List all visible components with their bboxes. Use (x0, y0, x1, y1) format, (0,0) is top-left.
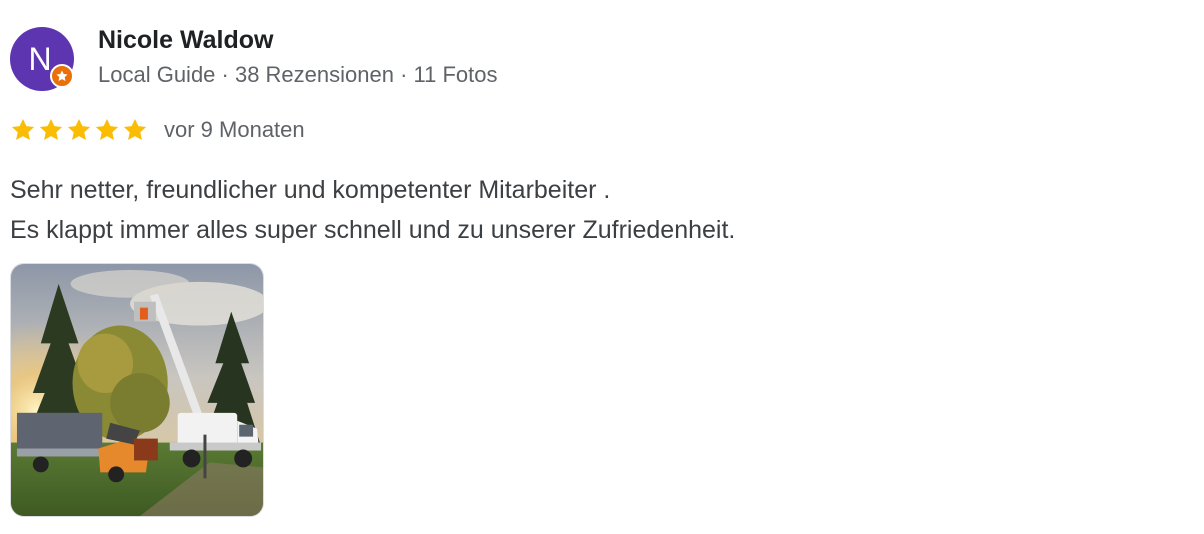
review-photo-image (11, 264, 263, 516)
star-icon (67, 118, 91, 140)
review-text-line: Es klappt immer alles super schnell und … (10, 216, 736, 244)
star-icon (95, 118, 119, 140)
rating-row: vor 9 Monaten (10, 114, 305, 146)
author-name[interactable]: Nicole Waldow (98, 26, 273, 55)
review-text-line: Sehr netter, freundlicher und kompetente… (10, 176, 611, 204)
star-icon (123, 118, 147, 140)
star-icon (39, 118, 63, 140)
author-meta: Local Guide · 38 Rezensionen · 11 Fotos (98, 62, 498, 87)
review-date: vor 9 Monaten (164, 117, 305, 142)
avatar-initial: N (28, 41, 52, 77)
local-guide-badge (50, 64, 74, 88)
star-rating (10, 117, 148, 143)
star-icon (11, 118, 35, 140)
review-photo[interactable] (10, 263, 264, 517)
local-guide-star-icon (56, 70, 68, 82)
review-card: N Nicole Waldow Local Guide · 38 Rezensi… (0, 0, 1204, 534)
review-text: Sehr netter, freundlicher und kompetente… (10, 170, 735, 250)
